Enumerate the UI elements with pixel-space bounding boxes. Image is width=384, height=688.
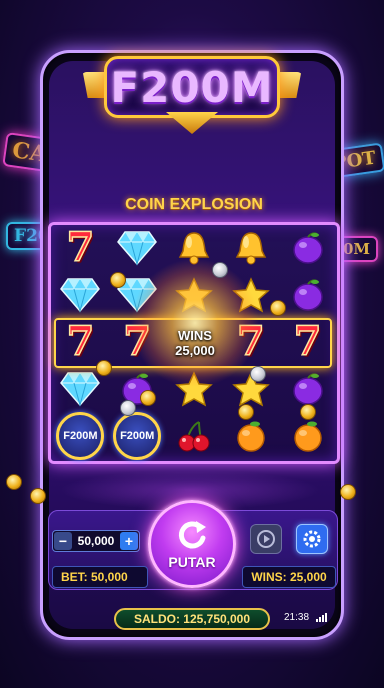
spin-button-label: PUTAR xyxy=(168,554,216,570)
bet-display: BET: 50,000 xyxy=(52,566,148,588)
reel-cell xyxy=(109,224,166,271)
silver-coin xyxy=(120,400,136,416)
feature-title: COIN EXPLOSION xyxy=(125,196,263,213)
balance-bar: SALDO: 125,750,000 xyxy=(114,608,270,630)
win-overlay: WINS 25,000 xyxy=(160,328,230,358)
diamond-icon xyxy=(60,277,101,313)
diamond-icon xyxy=(60,371,101,407)
f200m-coin-icon: F200M xyxy=(56,412,105,460)
reel-cell xyxy=(279,271,336,318)
gold-coin xyxy=(300,404,316,420)
gold-coin xyxy=(30,488,46,504)
silver-coin xyxy=(212,262,228,278)
gold-coin xyxy=(270,300,286,316)
silver-coin xyxy=(250,366,266,382)
diamond-icon xyxy=(117,230,158,266)
reel-cell xyxy=(109,365,166,412)
autoplay-button[interactable] xyxy=(250,524,282,554)
bet-stepper: − 50,000 + xyxy=(52,530,140,552)
clock: 21:38 xyxy=(284,612,310,623)
reel-cell xyxy=(166,271,223,318)
star-icon xyxy=(231,276,270,313)
play-circle-icon xyxy=(257,530,275,548)
gold-coin xyxy=(96,360,112,376)
reel-cell: F200M xyxy=(52,412,109,460)
settings-button[interactable] xyxy=(296,524,328,554)
orange-icon xyxy=(290,418,326,454)
game-logo: F200M xyxy=(92,42,292,138)
increase-bet-button[interactable]: + xyxy=(120,532,138,550)
refresh-arrow-icon xyxy=(178,521,206,549)
reel-cell xyxy=(52,271,109,318)
signal-icon xyxy=(316,612,327,622)
star-icon xyxy=(175,370,213,407)
reel-cell xyxy=(166,365,223,412)
gold-coin xyxy=(238,404,254,420)
reel-cell xyxy=(222,412,279,460)
reel-cell xyxy=(166,412,223,460)
plum-icon xyxy=(290,371,326,407)
reel-cell: 7 xyxy=(52,224,109,271)
orange-icon xyxy=(233,418,269,454)
bell-icon xyxy=(232,229,270,267)
star-icon xyxy=(175,276,213,313)
win-overlay-label: WINS xyxy=(178,328,212,343)
gold-coin xyxy=(110,272,126,288)
win-overlay-amount: 25,000 xyxy=(175,343,215,358)
plum-icon xyxy=(290,230,326,266)
bell-icon xyxy=(175,229,213,267)
reel-cell xyxy=(222,224,279,271)
gear-icon xyxy=(303,530,321,548)
f200m-coin-icon: F200M xyxy=(113,412,162,460)
decrease-bet-button[interactable]: − xyxy=(54,532,72,550)
reel-cell xyxy=(279,224,336,271)
bet-value: 50,000 xyxy=(77,534,115,548)
gold-coin xyxy=(6,474,22,490)
reel-cell: F200M xyxy=(109,412,166,460)
gold-coin xyxy=(140,390,156,406)
spin-button[interactable]: PUTAR xyxy=(148,500,236,588)
cherry-icon xyxy=(175,418,213,454)
lucky-seven-icon: 7 xyxy=(66,223,95,271)
gold-coin xyxy=(340,484,356,500)
logo-text: F200M xyxy=(110,62,274,112)
plum-icon xyxy=(290,277,326,313)
wins-display: WINS: 25,000 xyxy=(242,566,336,588)
